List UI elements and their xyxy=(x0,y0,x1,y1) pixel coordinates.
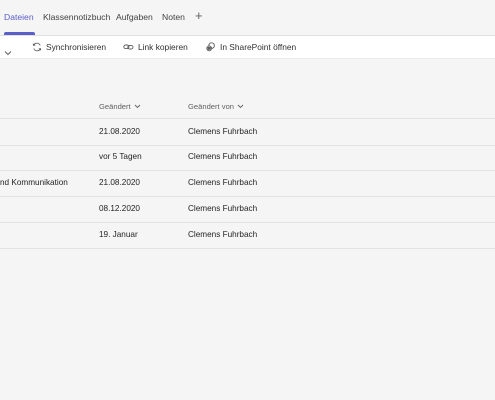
column-header-modified-by-label: Geändert von xyxy=(188,102,235,111)
column-header-modified-by[interactable]: Geändert von xyxy=(188,102,244,111)
modified-by[interactable]: Clemens Fuhrbach xyxy=(188,152,257,161)
file-list: Geändert Geändert von 21.08.2020 Clemens… xyxy=(0,59,495,400)
column-header-modified-label: Geändert xyxy=(99,102,131,111)
modified-date: 21.08.2020 xyxy=(99,127,140,136)
tab-dateien[interactable]: Dateien xyxy=(4,12,34,22)
file-name[interactable]: nd Kommunikation xyxy=(0,178,68,187)
open-in-sharepoint-button[interactable]: In SharePoint öffnen xyxy=(206,42,296,52)
sharepoint-icon xyxy=(206,42,215,52)
column-header-modified[interactable]: Geändert xyxy=(99,102,141,111)
sync-button[interactable]: Synchronisieren xyxy=(32,42,106,52)
copy-link-label: Link kopieren xyxy=(138,42,188,52)
link-icon xyxy=(123,44,134,50)
channel-tab-bar: Dateien Klassennotizbuch Aufgaben Noten … xyxy=(0,0,495,36)
modified-date: 21.08.2020 xyxy=(99,178,140,187)
sync-label: Synchronisieren xyxy=(46,42,107,52)
add-tab-button[interactable]: + xyxy=(195,9,203,23)
modified-by[interactable]: Clemens Fuhrbach xyxy=(188,204,257,213)
modified-by[interactable]: Clemens Fuhrbach xyxy=(188,230,257,239)
open-in-sharepoint-label: In SharePoint öffnen xyxy=(220,42,297,52)
tab-klassennotizbuch[interactable]: Klassennotizbuch xyxy=(43,12,110,22)
tab-noten[interactable]: Noten xyxy=(162,12,185,22)
table-row[interactable]: vor 5 Tagen Clemens Fuhrbach xyxy=(0,144,495,171)
modified-date: vor 5 Tagen xyxy=(99,152,142,161)
modified-date: 08.12.2020 xyxy=(99,204,140,213)
table-row[interactable]: 19. Januar Clemens Fuhrbach xyxy=(0,222,495,249)
chevron-down-icon xyxy=(237,104,244,109)
tab-aufgaben[interactable]: Aufgaben xyxy=(116,12,153,22)
modified-by[interactable]: Clemens Fuhrbach xyxy=(188,178,257,187)
modified-by[interactable]: Clemens Fuhrbach xyxy=(188,127,257,136)
files-toolbar: Synchronisieren Link kopieren In SharePo… xyxy=(0,36,495,59)
active-tab-indicator xyxy=(4,32,35,35)
sync-icon xyxy=(32,42,42,52)
table-row[interactable]: 08.12.2020 Clemens Fuhrbach xyxy=(0,196,495,223)
copy-link-button[interactable]: Link kopieren xyxy=(123,42,188,52)
table-row[interactable]: nd Kommunikation 21.08.2020 Clemens Fuhr… xyxy=(0,170,495,197)
modified-date: 19. Januar xyxy=(99,230,138,239)
table-row[interactable]: 21.08.2020 Clemens Fuhrbach xyxy=(0,118,495,146)
chevron-down-icon xyxy=(134,104,140,109)
